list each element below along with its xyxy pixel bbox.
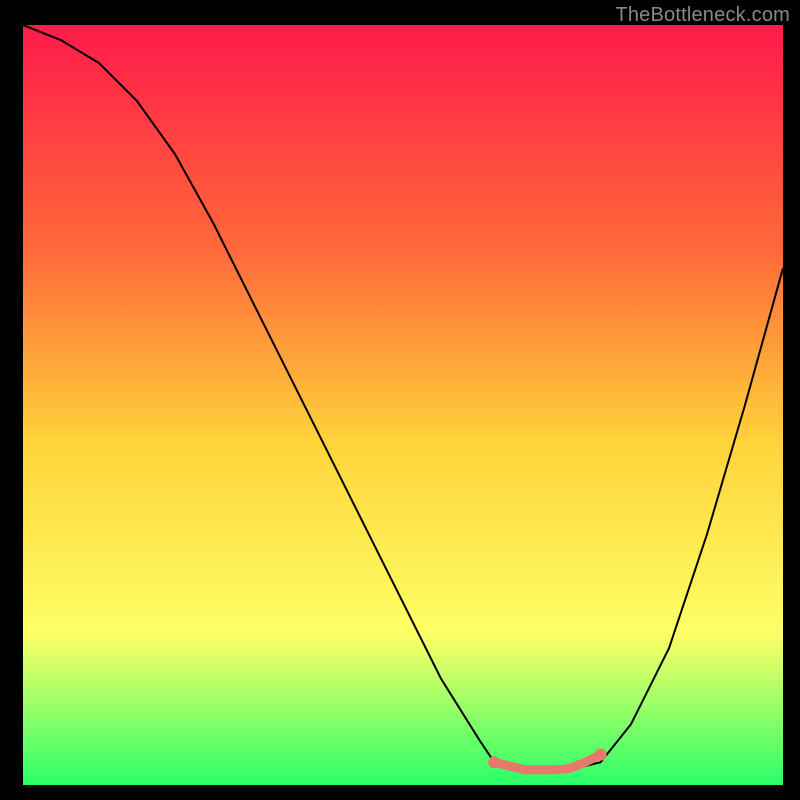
highlight-dot (595, 749, 607, 761)
plot-area (23, 25, 783, 785)
watermark-text: TheBottleneck.com (615, 4, 790, 27)
chart-container: TheBottleneck.com (0, 0, 800, 800)
chart-svg (23, 25, 783, 785)
gradient-background (23, 25, 783, 785)
highlight-dot (488, 756, 500, 768)
